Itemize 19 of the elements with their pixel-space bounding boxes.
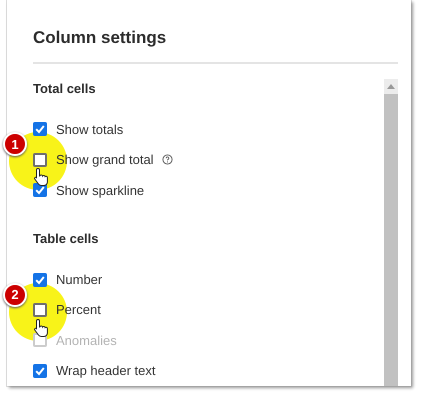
- option-label: Anomalies: [56, 332, 117, 348]
- panel-title: Column settings: [33, 28, 168, 49]
- option-label: Show sparkline: [56, 182, 144, 198]
- section-heading: Table cells: [33, 231, 100, 248]
- option-label: Number: [56, 272, 102, 287]
- help-icon[interactable]: [162, 154, 173, 166]
- checkbox[interactable]: [33, 364, 47, 378]
- callout-badge: 1: [3, 132, 27, 156]
- callout-badge: 2: [3, 282, 27, 307]
- checkbox[interactable]: [33, 302, 47, 317]
- scrollbar[interactable]: [384, 79, 398, 386]
- section-heading: Total cells: [33, 81, 97, 98]
- hand-cursor-icon: [33, 167, 49, 188]
- option-label: Wrap header text: [56, 363, 156, 378]
- option-label: Show totals: [56, 122, 124, 137]
- checkbox[interactable]: [33, 152, 47, 167]
- checkbox[interactable]: [33, 272, 47, 286]
- checkbox[interactable]: [33, 122, 47, 136]
- hand-cursor-icon: [33, 318, 49, 338]
